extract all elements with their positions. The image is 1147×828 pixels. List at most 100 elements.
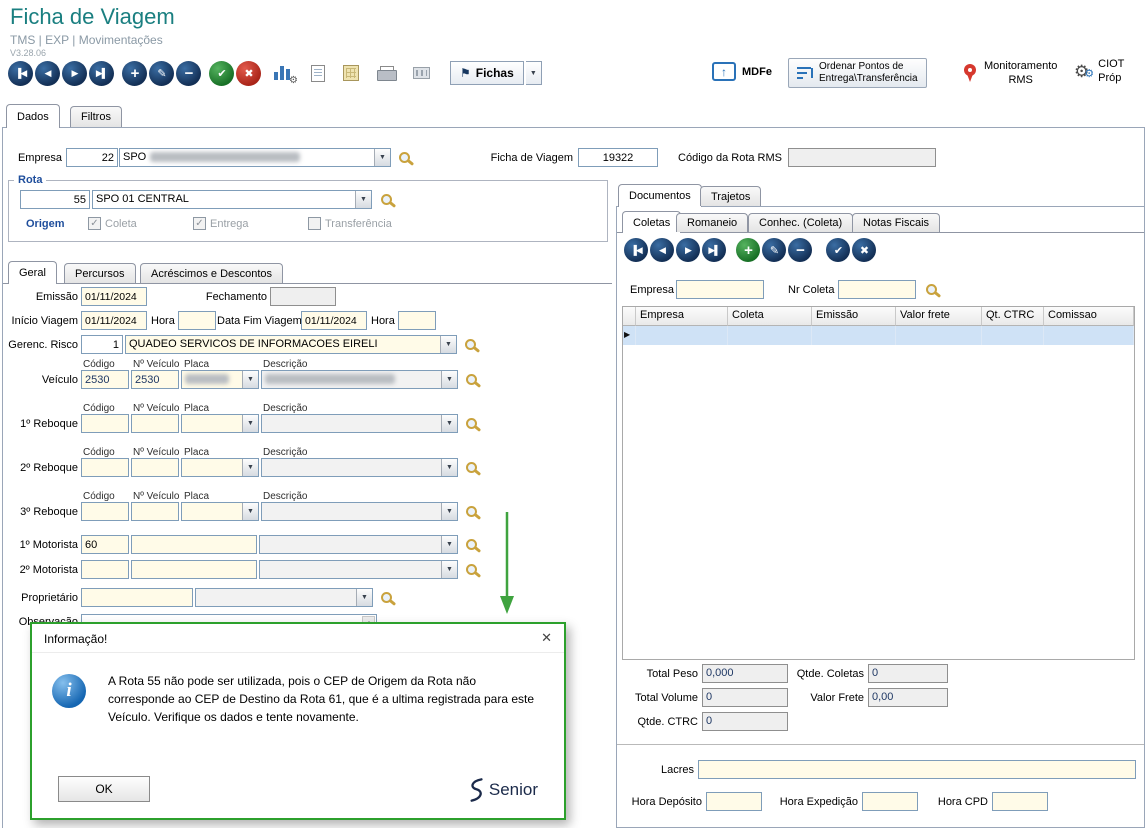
delete-record-button[interactable]: −	[176, 61, 201, 86]
reboque3-descricao-combo[interactable]: ▼	[261, 502, 458, 521]
hora-expedicao-input[interactable]	[862, 792, 918, 811]
edit-record-button[interactable]: ✎	[149, 61, 174, 86]
reboque2-descricao-dropdown-button[interactable]: ▼	[441, 459, 457, 476]
last-record-button[interactable]: ▶▌	[89, 61, 114, 86]
column-header-empresa[interactable]: Empresa	[636, 307, 728, 326]
confirm-button[interactable]: ✔	[209, 61, 234, 86]
add-record-button[interactable]: +	[122, 61, 147, 86]
monitoramento-rms-button[interactable]: Monitoramento RMS	[962, 60, 1057, 88]
gerenc-risco-search-icon[interactable]	[465, 339, 476, 350]
veiculo-placa-dropdown-button[interactable]: ▼	[242, 371, 258, 388]
coletas-add-button[interactable]: +	[736, 238, 760, 262]
rota-dropdown-button[interactable]: ▼	[355, 191, 371, 208]
reboque1-placa-combo[interactable]: ▼	[181, 414, 259, 433]
motorista1-search-icon[interactable]	[466, 539, 477, 550]
ficha-viagem-input[interactable]	[578, 148, 658, 167]
column-header-valor-frete[interactable]: Valor frete	[896, 307, 982, 326]
reboque3-placa-combo[interactable]: ▼	[181, 502, 259, 521]
column-header-emissao[interactable]: Emissão	[812, 307, 896, 326]
coletas-search-icon[interactable]	[926, 284, 937, 295]
coletas-next-button[interactable]: ▶	[676, 238, 700, 262]
reboque1-numero-input[interactable]	[131, 414, 179, 433]
tab-percursos[interactable]: Percursos	[64, 263, 136, 283]
subtab-romaneio[interactable]: Romaneio	[676, 213, 748, 232]
coletas-first-button[interactable]: ▐◀	[624, 238, 648, 262]
nr-coleta-input[interactable]	[838, 280, 916, 299]
coletas-edit-button[interactable]: ✎	[762, 238, 786, 262]
veiculo-numero-input[interactable]	[131, 370, 179, 389]
subtab-conhec-coleta[interactable]: Conhec. (Coleta)	[748, 213, 853, 232]
tab-acrescimos-descontos[interactable]: Acréscimos e Descontos	[140, 263, 283, 283]
reboque3-descricao-dropdown-button[interactable]: ▼	[441, 503, 457, 520]
veiculo-placa-combo[interactable]: ▼	[181, 370, 259, 389]
keyboard-shortcuts-icon[interactable]	[413, 67, 430, 79]
motorista2-dropdown-button[interactable]: ▼	[441, 561, 457, 578]
first-record-button[interactable]: ▐◀	[8, 61, 33, 86]
veiculo-codigo-input[interactable]	[81, 370, 129, 389]
empresa-dropdown-button[interactable]: ▼	[374, 149, 390, 166]
rota-code-input[interactable]	[20, 190, 90, 209]
tab-dados[interactable]: Dados	[6, 104, 60, 128]
hora-cpd-input[interactable]	[992, 792, 1048, 811]
mdfe-button[interactable]: ↑ MDFe	[712, 62, 772, 81]
reboque2-placa-dropdown-button[interactable]: ▼	[242, 459, 258, 476]
proprietario-combo[interactable]: ▼	[195, 588, 373, 607]
print-preview-icon[interactable]	[311, 65, 325, 82]
motorista2-name-input[interactable]	[131, 560, 257, 579]
ciot-button[interactable]: ⚙⚙ CIOT Próp	[1074, 58, 1147, 86]
reboque2-numero-input[interactable]	[131, 458, 179, 477]
reboque1-search-icon[interactable]	[466, 418, 477, 429]
subtab-coletas[interactable]: Coletas	[622, 211, 681, 233]
coletas-confirm-button[interactable]: ✔	[826, 238, 850, 262]
fichas-button[interactable]: ⚑ Fichas	[450, 61, 524, 85]
coletas-cancel-button[interactable]: ✖	[852, 238, 876, 262]
coleta-checkbox[interactable]: ✓	[88, 217, 101, 230]
motorista1-name-input[interactable]	[131, 535, 257, 554]
motorista1-dropdown-button[interactable]: ▼	[441, 536, 457, 553]
empresa-combo[interactable]: SPO ▼	[119, 148, 391, 167]
motorista2-code-input[interactable]	[81, 560, 129, 579]
motorista1-code-input[interactable]	[81, 535, 129, 554]
tab-documentos[interactable]: Documentos	[618, 184, 702, 207]
reboque2-descricao-combo[interactable]: ▼	[261, 458, 458, 477]
reboque3-search-icon[interactable]	[466, 506, 477, 517]
tab-geral[interactable]: Geral	[8, 261, 57, 284]
column-header-coleta[interactable]: Coleta	[728, 307, 812, 326]
previous-record-button[interactable]: ◀	[35, 61, 60, 86]
chart-icon[interactable]: ⚙	[273, 64, 293, 82]
ok-button[interactable]: OK	[58, 776, 150, 802]
reboque2-codigo-input[interactable]	[81, 458, 129, 477]
fichas-dropdown-button[interactable]: ▼	[526, 61, 542, 85]
tab-trajetos[interactable]: Trajetos	[700, 186, 761, 206]
reboque1-descricao-combo[interactable]: ▼	[261, 414, 458, 433]
gerenc-risco-code-input[interactable]	[81, 335, 123, 354]
reboque1-codigo-input[interactable]	[81, 414, 129, 433]
column-header-qt-ctrc[interactable]: Qt. CTRC	[982, 307, 1044, 326]
veiculo-search-icon[interactable]	[466, 374, 477, 385]
proprietario-code-input[interactable]	[81, 588, 193, 607]
print-icon[interactable]	[377, 66, 395, 81]
coletas-previous-button[interactable]: ◀	[650, 238, 674, 262]
veiculo-descricao-dropdown-button[interactable]: ▼	[441, 371, 457, 388]
reboque3-numero-input[interactable]	[131, 502, 179, 521]
gerenc-risco-dropdown-button[interactable]: ▼	[440, 336, 456, 353]
proprietario-search-icon[interactable]	[381, 592, 392, 603]
coletas-empresa-input[interactable]	[676, 280, 764, 299]
lacres-input[interactable]	[698, 760, 1136, 779]
close-icon[interactable]: ✕	[541, 630, 552, 646]
hora-deposito-input[interactable]	[706, 792, 762, 811]
column-header-comissao[interactable]: Comissao	[1044, 307, 1134, 326]
reboque2-search-icon[interactable]	[466, 462, 477, 473]
cancel-button[interactable]: ✖	[236, 61, 261, 86]
ordenar-pontos-button[interactable]: Ordenar Pontos de Entrega\Transferência	[788, 58, 927, 88]
export-grid-icon[interactable]	[343, 65, 359, 81]
entrega-checkbox[interactable]: ✓	[193, 217, 206, 230]
proprietario-dropdown-button[interactable]: ▼	[356, 589, 372, 606]
transferencia-checkbox[interactable]	[308, 217, 321, 230]
next-record-button[interactable]: ▶	[62, 61, 87, 86]
table-row[interactable]: ▶	[623, 326, 1134, 345]
hora-inicio-input[interactable]	[178, 311, 216, 330]
coletas-delete-button[interactable]: −	[788, 238, 812, 262]
data-fim-viagem-input[interactable]	[301, 311, 367, 330]
empresa-code-input[interactable]	[66, 148, 118, 167]
